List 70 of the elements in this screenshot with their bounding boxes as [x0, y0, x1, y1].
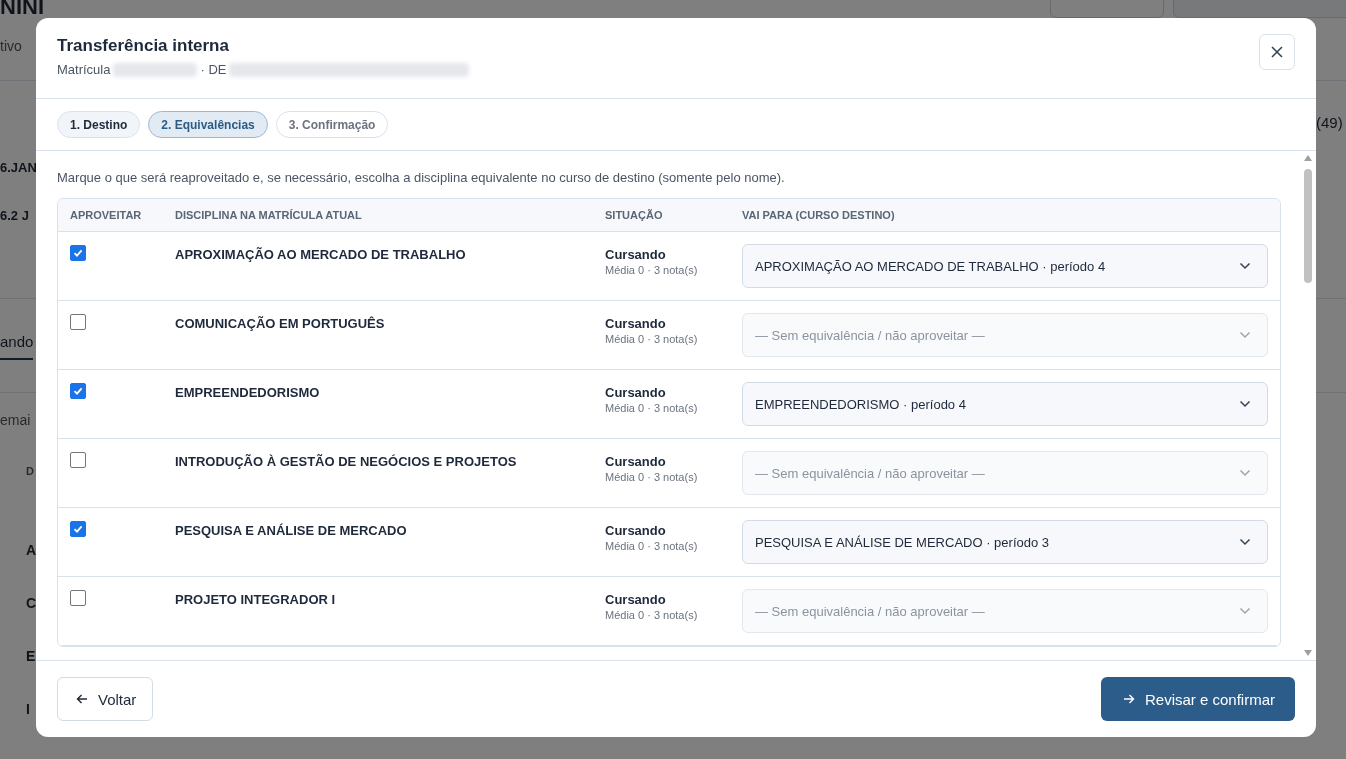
column-header: VAI PARA (CURSO DESTINO) [741, 209, 896, 221]
table-cell-text: E [26, 647, 36, 666]
chevron-down-icon [1239, 469, 1251, 477]
count-text: (49) [1316, 114, 1343, 131]
step-tab[interactable]: 1. Destino [57, 111, 141, 138]
status-text: Cursando [605, 385, 667, 400]
period-text: 6.2 J [0, 208, 29, 223]
arrow-left-icon [76, 693, 88, 705]
table-cell-text: I [26, 700, 30, 719]
grade-detail: Média 0 · 3 nota(s) [605, 609, 699, 621]
grade-detail: Média 0 · 3 nota(s) [605, 402, 699, 414]
period-text: 6.JAN [0, 160, 37, 175]
dialog-title: Transferência interna [57, 36, 230, 56]
grade-detail: Média 0 · 3 nota(s) [605, 540, 699, 552]
checkbox[interactable] [70, 590, 86, 606]
status-text: Cursando [605, 523, 667, 538]
grade-detail: Média 0 · 3 nota(s) [605, 264, 699, 276]
instructions-text: Marque o que será reaproveitado e, se necessário, escolha a disciplina equivalente no curso de destino (somente pelo nome). [57, 170, 786, 185]
checkbox[interactable] [70, 245, 86, 261]
check-icon [73, 524, 83, 534]
discipline-name: EMPREENDEDORISMO [175, 385, 320, 400]
chevron-down-icon [1239, 607, 1251, 615]
scrollbar-thumb[interactable] [1304, 169, 1312, 283]
column-header: D [26, 465, 34, 477]
grade-detail: Média 0 · 3 nota(s) [605, 471, 699, 483]
checkbox[interactable] [70, 452, 86, 468]
discipline-name: APROXIMAÇÃO AO MERCADO DE TRABALHO [175, 247, 466, 262]
checkbox[interactable] [70, 521, 86, 537]
scroll-down-icon[interactable] [1304, 650, 1312, 656]
close-button[interactable] [1259, 34, 1295, 70]
discipline-name: PESQUISA E ANÁLISE DE MERCADO [175, 523, 407, 538]
chevron-down-icon [1239, 331, 1251, 339]
arrow-right-icon [1122, 693, 1135, 705]
table-cell-text: C [26, 594, 37, 613]
equivalence-dropdown[interactable]: — Sem equivalência / não aproveitar — [742, 451, 1268, 495]
status-text: Cursando [605, 454, 667, 469]
step-tab[interactable]: 3. Confirmação [275, 111, 389, 138]
column-header: DISCIPLINA NA MATRÍCULA ATUAL [174, 209, 363, 221]
page-tab[interactable]: ando [0, 333, 34, 360]
chevron-down-icon [1239, 538, 1251, 546]
back-button[interactable]: Voltar [57, 677, 154, 721]
status-text: Cursando [605, 592, 667, 607]
confirm-button[interactable]: Revisar e confirmar [1100, 677, 1295, 721]
step-tab[interactable]: 2. Equivalências [148, 111, 268, 138]
equivalence-dropdown[interactable]: EMPREENDEDORISMO · período 4 [742, 382, 1268, 426]
subtitle-separator: · DE [200, 62, 227, 77]
checkbox[interactable] [70, 383, 86, 399]
check-icon [73, 386, 83, 396]
status-text: Cursando [605, 316, 667, 331]
checkbox[interactable] [70, 314, 86, 330]
close-icon [1271, 46, 1283, 58]
subtitle-label: Matrícula [57, 62, 111, 77]
check-icon [73, 248, 83, 258]
chevron-down-icon [1239, 262, 1251, 270]
equivalence-dropdown[interactable]: PESQUISA E ANÁLISE DE MERCADO · período 3 [742, 520, 1268, 564]
search-field[interactable]: emai [0, 412, 31, 428]
table-cell-text: A [26, 541, 37, 560]
discipline-name: COMUNICAÇÃO EM PORTUGUÊS [175, 316, 385, 331]
equivalence-dropdown[interactable]: APROXIMAÇÃO AO MERCADO DE TRABALHO · período 4 [742, 244, 1268, 288]
discipline-name: INTRODUÇÃO À GESTÃO DE NEGÓCIOS E PROJETOS [175, 454, 517, 469]
scroll-up-icon[interactable] [1304, 155, 1312, 161]
chevron-down-icon [1239, 400, 1251, 408]
status-text: Cursando [605, 247, 667, 262]
column-header: APROVEITAR [69, 209, 143, 221]
discipline-name: PROJETO INTEGRADOR I [175, 592, 336, 607]
column-header: SITUAÇÃO [604, 209, 664, 221]
equivalence-dropdown[interactable]: — Sem equivalência / não aproveitar — [742, 589, 1268, 633]
status-text: tivo [0, 38, 22, 54]
equivalence-dropdown[interactable]: — Sem equivalência / não aproveitar — [742, 313, 1268, 357]
grade-detail: Média 0 · 3 nota(s) [605, 333, 699, 345]
